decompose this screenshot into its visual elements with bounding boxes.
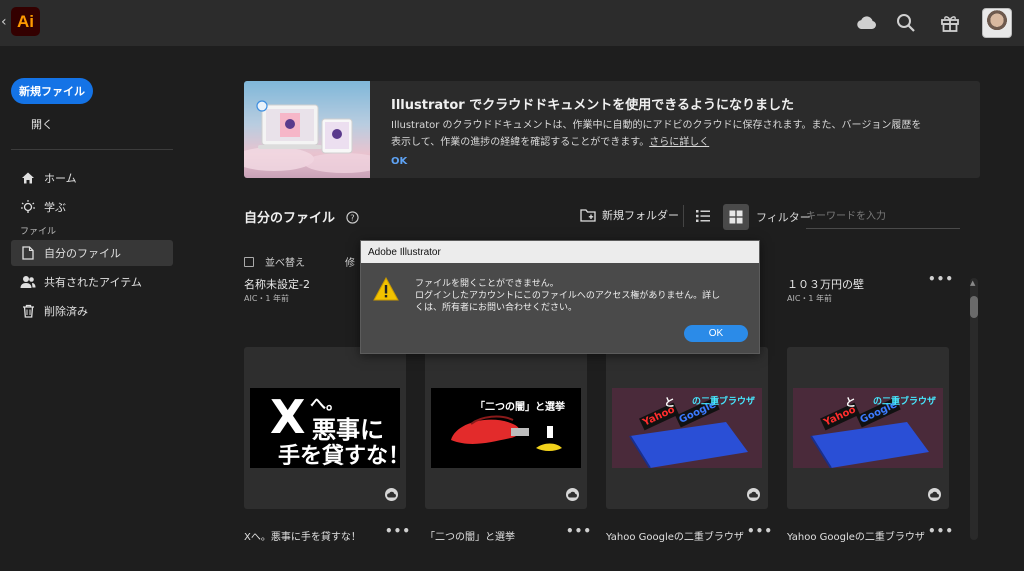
list-view-icon[interactable] xyxy=(695,208,711,224)
file-meta: AIC・1 年前 xyxy=(244,294,290,303)
page-title: 自分のファイル xyxy=(244,211,336,226)
thumb-to: と xyxy=(845,396,856,409)
sort-control[interactable]: 並べ替え xyxy=(244,254,305,269)
sidebar-item-label: 削除済み xyxy=(44,305,88,318)
file-name[interactable]: Yahoo Googleの二重ブラウザ xyxy=(606,528,744,543)
banner-ok-button[interactable]: OK xyxy=(391,156,407,167)
new-folder-label: 新規フォルダー xyxy=(602,209,679,222)
search-icon[interactable] xyxy=(894,11,918,35)
illustrator-logo[interactable]: Ai xyxy=(11,7,40,36)
select-all-checkbox[interactable] xyxy=(244,256,254,267)
file-thumbnail: Yahoo と Google の二重ブラウザ xyxy=(612,388,762,468)
sidebar-item-learn[interactable]: 学ぶ xyxy=(11,194,173,220)
filter-label: フィルター xyxy=(756,211,811,224)
sidebar-item-deleted[interactable]: 削除済み xyxy=(11,298,173,324)
thumb-x: X xyxy=(270,390,306,444)
people-icon xyxy=(20,274,36,290)
learn-more-link[interactable]: さらに詳しく xyxy=(649,137,709,148)
file-name[interactable]: １０３万円の壁 xyxy=(787,276,864,292)
banner-body: Illustrator のクラウドドキュメントは、作業中に自動的にアドビのクラウ… xyxy=(391,117,951,151)
trash-icon xyxy=(20,303,36,319)
sidebar-item-label: ホーム xyxy=(44,172,77,185)
thumb-to: と xyxy=(664,396,675,409)
dialog-title: Adobe Illustrator xyxy=(361,241,759,263)
lightbulb-icon xyxy=(20,199,36,215)
warning-icon xyxy=(373,277,399,301)
sidebar-divider xyxy=(11,149,173,150)
sort-modified-label[interactable]: 修 xyxy=(345,254,355,269)
error-dialog: Adobe Illustrator ファイルを開くことができません。 ログインし… xyxy=(360,240,760,354)
dialog-message-line-2: ログインしたアカウントにこのファイルへのアクセス権がありません。詳し xyxy=(415,291,721,301)
file-card[interactable]: Yahoo と Google の二重ブラウザ xyxy=(606,347,768,509)
sidebar-item-home[interactable]: ホーム xyxy=(11,165,173,191)
avatar[interactable] xyxy=(982,8,1012,38)
new-file-button[interactable]: 新規ファイル xyxy=(11,78,93,104)
banner-body-line-1: Illustrator のクラウドドキュメントは、作業中に自動的にアドビのクラウ… xyxy=(391,120,922,131)
toolbar-divider xyxy=(683,205,684,227)
new-folder-button[interactable]: 新規フォルダー xyxy=(580,207,679,223)
banner-title: Illustrator でクラウドドキュメントを使用できるようになりました xyxy=(391,98,794,113)
file-name[interactable]: 名称未設定-2 xyxy=(244,276,310,292)
cloud-doc-icon xyxy=(385,488,398,501)
file-thumbnail: Yahoo と Google の二重ブラウザ xyxy=(793,388,943,468)
open-button[interactable]: 開く xyxy=(31,116,53,132)
cloud-doc-icon xyxy=(928,488,941,501)
chevron-left-icon[interactable]: ‹ xyxy=(1,14,7,30)
keyword-search-input[interactable] xyxy=(806,205,960,229)
banner-body-line-2: 表示して、作業の進捗の経緯を確認することができます。 xyxy=(391,137,650,148)
home-icon xyxy=(20,170,36,186)
more-options-icon[interactable]: ••• xyxy=(747,524,773,538)
cloud-doc-icon xyxy=(747,488,760,501)
file-meta: AIC・1 年前 xyxy=(787,294,833,303)
top-bar: ‹ Ai xyxy=(0,0,1024,46)
grid-view-icon xyxy=(729,210,743,224)
help-icon[interactable]: ? xyxy=(346,211,359,224)
dialog-message-line-3: くは、所有者にお問い合わせください。 xyxy=(415,303,578,313)
gift-icon[interactable] xyxy=(938,11,962,35)
hat-illustration xyxy=(451,415,562,451)
scrollbar-thumb[interactable] xyxy=(970,296,978,318)
thumb-title: の二重ブラウザ xyxy=(692,397,756,407)
file-card[interactable]: 「二つの闇」と選挙 xyxy=(425,347,587,509)
dialog-message: ファイルを開くことができません。 ログインしたアカウントにこのファイルへのアクセ… xyxy=(415,278,751,314)
logo-text: Ai xyxy=(17,11,34,31)
cloud-icon[interactable] xyxy=(855,11,879,35)
sidebar-item-my-files[interactable]: 自分のファイル xyxy=(11,240,173,266)
banner-illustration xyxy=(244,81,384,178)
file-thumbnail: 「二つの闇」と選挙 xyxy=(431,388,581,468)
sidebar-item-label: 共有されたアイテム xyxy=(44,276,142,289)
dialog-message-line-1: ファイルを開くことができません。 xyxy=(415,279,559,289)
new-folder-icon xyxy=(580,209,596,222)
sidebar-item-label: 学ぶ xyxy=(44,201,66,214)
file-card[interactable]: Yahoo と Google の二重ブラウザ xyxy=(787,347,949,509)
more-options-icon[interactable]: ••• xyxy=(928,524,954,538)
sidebar-item-label: 自分のファイル xyxy=(44,247,121,260)
cloud-docs-banner: Illustrator でクラウドドキュメントを使用できるようになりました Il… xyxy=(244,81,980,178)
grid-view-button[interactable] xyxy=(723,204,749,230)
thumb-title: の二重ブラウザ xyxy=(873,397,937,407)
more-options-icon[interactable]: ••• xyxy=(928,272,954,286)
sort-label: 並べ替え xyxy=(265,258,305,269)
file-thumbnail: X へ。 悪事に 手を貸すな！ xyxy=(250,388,400,468)
document-icon xyxy=(20,245,36,261)
thumb-line-3: 手を貸すな！ xyxy=(278,444,400,468)
file-name[interactable]: Xへ。悪事に手を貸すな！ xyxy=(244,528,361,543)
sidebar-item-shared[interactable]: 共有されたアイテム xyxy=(11,269,173,295)
file-name[interactable]: 「二つの闇」と選挙 xyxy=(425,528,515,543)
file-name[interactable]: Yahoo Googleの二重ブラウザ xyxy=(787,528,925,543)
svg-text:?: ? xyxy=(350,213,354,223)
more-options-icon[interactable]: ••• xyxy=(566,524,592,538)
cloud-doc-icon xyxy=(566,488,579,501)
more-options-icon[interactable]: ••• xyxy=(385,524,411,538)
sidebar-section-files: ファイル xyxy=(20,227,57,237)
scroll-up-icon[interactable]: ▲ xyxy=(970,279,975,287)
file-card[interactable]: X へ。 悪事に 手を貸すな！ xyxy=(244,347,406,509)
dialog-ok-button[interactable]: OK xyxy=(684,325,748,342)
